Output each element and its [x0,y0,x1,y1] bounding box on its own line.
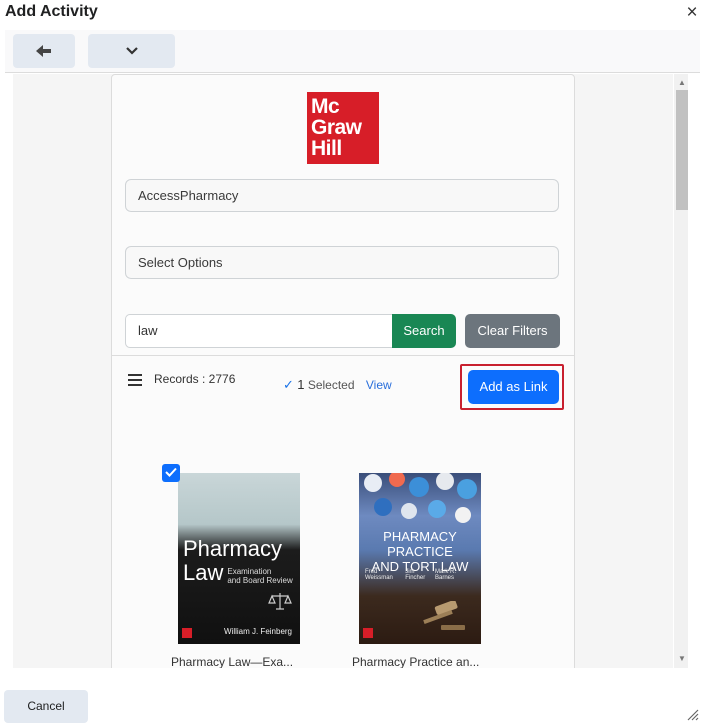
scrollbar-thumb[interactable] [676,90,688,210]
book-subtitle-line-1: Examination [227,567,272,576]
view-selected-link[interactable]: View [366,378,392,392]
mcgraw-hill-mini-logo [182,628,192,638]
back-button[interactable] [13,34,75,68]
gavel-icon [421,600,467,636]
hamburger-menu-icon[interactable] [128,374,142,386]
search-button[interactable]: Search [392,314,456,348]
scroll-up-icon[interactable]: ▲ [678,78,686,87]
selected-label: Selected [307,378,355,392]
book-title-line-1: PHARMACY PRACTICE [383,529,457,559]
content-panel: Mc Graw Hill AccessPharmacy Select Optio… [111,74,575,668]
divider [112,355,574,356]
selected-count: 1 [297,377,305,392]
vertical-scrollbar[interactable]: ▲ ▼ [674,74,688,668]
book-caption[interactable]: Pharmacy Practice an... [352,655,479,668]
dialog-title: Add Activity [5,3,98,20]
book-cover-pharmacy-law[interactable]: Pharmacy Law Examination and Board Revie… [178,473,300,644]
clear-filters-button[interactable]: Clear Filters [465,314,560,348]
book-subtitle-line-2: and Board Review [227,576,293,585]
book-author-3: Mark R. Barnes [434,569,456,581]
book-title-line-1: Pharmacy [183,536,283,561]
mcgraw-hill-logo: Mc Graw Hill [307,92,379,164]
checkmark-icon: ✓ [283,377,294,392]
chevron-down-icon [125,47,138,55]
book-author: William J. Feinberg [223,627,292,636]
logo-line-2: Graw [311,116,362,139]
logo-line-1: Mc [311,95,340,118]
book-title: Pharmacy Law Examination and Board Revie… [183,536,293,586]
book-authors: Fred Weissman Jim Fincher Mark R. Barnes [365,569,475,581]
toolbar [5,30,700,73]
book-author-1: Fred Weissman [365,569,393,581]
cancel-button[interactable]: Cancel [4,690,88,723]
back-arrow-icon [36,45,51,57]
records-count: Records : 2776 [154,372,236,386]
logo-line-3: Hill [311,137,342,160]
resize-grip-icon[interactable] [687,708,699,721]
embedded-frame: Mc Graw Hill AccessPharmacy Select Optio… [13,74,673,668]
add-as-link-button[interactable]: Add as Link [468,370,559,404]
book-author-2: Jim Fincher [405,569,426,581]
book-caption[interactable]: Pharmacy Law—Exa... [171,655,293,668]
close-icon[interactable]: × [683,3,701,22]
pill-pattern [359,473,481,525]
options-select[interactable]: Select Options [125,246,559,279]
mcgraw-hill-mini-logo [363,628,373,638]
book-checkbox[interactable] [162,464,180,482]
collection-select[interactable]: AccessPharmacy [125,179,559,212]
book-cover-pharmacy-practice-tort-law[interactable]: PHARMACY PRACTICE AND TORT LAW Fred Weis… [359,473,481,644]
book-title-line-2: Law [183,560,224,585]
selected-info: ✓ 1 Selected View [283,377,392,393]
options-dropdown-button[interactable] [88,34,175,68]
checkbox-checked-icon [165,467,177,477]
scales-icon [268,591,292,616]
book-title: PHARMACY PRACTICE AND TORT LAW [365,529,475,574]
search-input[interactable]: law [125,314,392,348]
scroll-down-icon[interactable]: ▼ [678,654,686,663]
